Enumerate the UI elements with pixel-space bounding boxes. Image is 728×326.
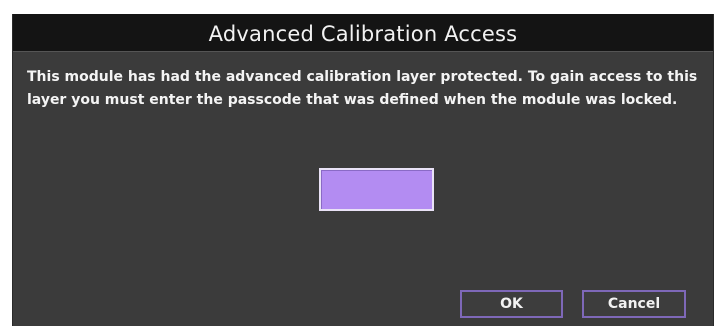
- cancel-button[interactable]: Cancel: [582, 290, 686, 318]
- dialog-message: This module has had the advanced calibra…: [27, 69, 698, 108]
- calibration-access-dialog: Advanced Calibration Access This module …: [12, 14, 714, 326]
- dialog-titlebar: Advanced Calibration Access: [13, 14, 713, 52]
- passcode-input[interactable]: [319, 168, 434, 211]
- ok-button[interactable]: OK: [460, 290, 563, 318]
- dialog-title: Advanced Calibration Access: [208, 21, 518, 46]
